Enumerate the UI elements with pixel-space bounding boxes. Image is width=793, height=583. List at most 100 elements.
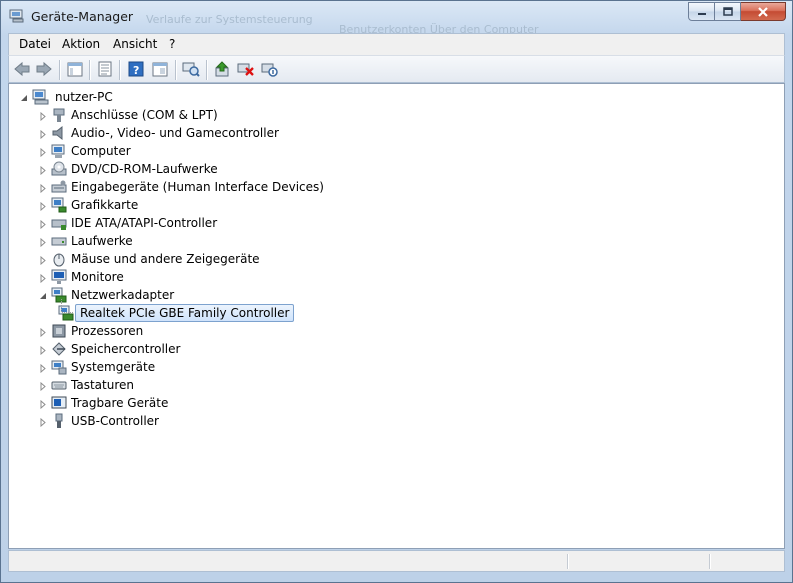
collapsed-triangle-icon[interactable]	[39, 146, 47, 158]
collapsed-triangle-icon[interactable]	[39, 110, 47, 122]
keyboard-icon	[51, 377, 67, 393]
category-node[interactable]: Tastaturen	[39, 376, 439, 394]
scan-hardware-icon[interactable]	[182, 60, 200, 78]
show-hide-console-tree-icon[interactable]	[66, 60, 84, 78]
monitor-icon	[51, 269, 67, 285]
device-label: Realtek PCIe GBE Family Controller	[75, 304, 295, 322]
category-node[interactable]: Tragbare Geräte	[39, 394, 439, 412]
category-node[interactable]: Monitore	[39, 268, 439, 286]
menu-help[interactable]: ?	[169, 37, 175, 51]
category-node[interactable]: IDE ATA/ATAPI-Controller	[39, 214, 439, 232]
display-adapter-icon	[51, 197, 67, 213]
window-title: Geräte-Manager	[31, 9, 134, 24]
expanded-triangle-icon[interactable]	[39, 290, 47, 299]
collapsed-triangle-icon[interactable]	[39, 398, 47, 410]
uninstall-device-icon[interactable]	[237, 60, 255, 78]
maximize-icon	[722, 7, 733, 16]
collapsed-triangle-icon[interactable]	[39, 326, 47, 338]
console-view-icon[interactable]	[151, 60, 169, 78]
background-ghost-text: Verlaufe zur Systemsteuerung	[146, 13, 313, 26]
category-label: Prozessoren	[71, 324, 144, 338]
category-node[interactable]: Speichercontroller	[39, 340, 439, 358]
device-node-selected[interactable]: Realtek PCIe GBE Family Controller	[58, 304, 458, 322]
category-node[interactable]: USB-Controller	[39, 412, 439, 430]
dvd-drive-icon	[51, 161, 67, 177]
usb-icon	[51, 413, 67, 429]
toolbar: ?	[8, 55, 785, 83]
collapsed-triangle-icon[interactable]	[39, 416, 47, 428]
device-tree: nutzer-PC Anschlüsse (COM & LPT) Audio-,…	[8, 83, 785, 549]
root-label: nutzer-PC	[55, 90, 113, 104]
collapsed-triangle-icon[interactable]	[39, 362, 47, 374]
status-separator	[709, 554, 711, 569]
disk-drive-icon	[51, 233, 67, 249]
minimize-button[interactable]	[688, 2, 715, 21]
ide-controller-icon	[51, 215, 67, 231]
category-label: Grafikkarte	[71, 198, 139, 212]
collapsed-triangle-icon[interactable]	[39, 128, 47, 140]
device-manager-window: Geräte-Manager Verlaufe zur Systemsteuer…	[0, 0, 793, 583]
category-node[interactable]: Mäuse und andere Zeigegeräte	[39, 250, 439, 268]
category-label: IDE ATA/ATAPI-Controller	[71, 216, 218, 230]
mouse-icon	[51, 251, 67, 267]
collapsed-triangle-icon[interactable]	[39, 164, 47, 176]
category-node[interactable]: Anschlüsse (COM & LPT)	[39, 106, 439, 124]
port-icon	[51, 107, 67, 123]
category-node-expanded[interactable]: Netzwerkadapter	[39, 286, 439, 304]
category-label: Systemgeräte	[71, 360, 156, 374]
menu-aktion[interactable]: Aktion	[62, 37, 100, 51]
status-bar	[8, 550, 785, 572]
portable-device-icon	[51, 395, 67, 411]
collapsed-triangle-icon[interactable]	[39, 218, 47, 230]
menu-bar: Datei Aktion Ansicht ?	[8, 33, 785, 55]
back-arrow-icon[interactable]	[13, 60, 31, 78]
minimize-icon	[697, 12, 706, 15]
category-node[interactable]: Prozessoren	[39, 322, 439, 340]
category-label: Netzwerkadapter	[71, 288, 175, 302]
category-label: Speichercontroller	[71, 342, 181, 356]
category-node[interactable]: Computer	[39, 142, 439, 160]
help-icon[interactable]: ?	[127, 60, 145, 78]
system-device-icon	[51, 359, 67, 375]
category-label: Audio-, Video- und Gamecontroller	[71, 126, 279, 140]
collapsed-triangle-icon[interactable]	[39, 344, 47, 356]
category-label: Mäuse und andere Zeigegeräte	[71, 252, 260, 266]
menu-ansicht[interactable]: Ansicht	[113, 37, 157, 51]
maximize-button[interactable]	[715, 2, 741, 21]
tree-root-node[interactable]: nutzer-PC	[20, 88, 320, 106]
category-label: Tragbare Geräte	[71, 396, 169, 410]
collapsed-triangle-icon[interactable]	[39, 254, 47, 266]
disable-device-icon[interactable]	[261, 60, 279, 78]
collapsed-triangle-icon[interactable]	[39, 200, 47, 212]
category-label: Monitore	[71, 270, 124, 284]
collapsed-triangle-icon[interactable]	[39, 182, 47, 194]
category-node[interactable]: Laufwerke	[39, 232, 439, 250]
category-label: USB-Controller	[71, 414, 159, 428]
tree-connector-lines	[61, 299, 73, 313]
title-bar[interactable]: Geräte-Manager Verlaufe zur Systemsteuer…	[1, 1, 792, 36]
computer-icon	[51, 143, 67, 159]
collapsed-triangle-icon[interactable]	[39, 236, 47, 248]
category-label: Anschlüsse (COM & LPT)	[71, 108, 218, 122]
properties-sheet-icon[interactable]	[96, 60, 114, 78]
storage-controller-icon	[51, 341, 67, 357]
menu-datei[interactable]: Datei	[19, 37, 51, 51]
forward-arrow-icon[interactable]	[35, 60, 53, 78]
category-node[interactable]: Eingabegeräte (Human Interface Devices)	[39, 178, 439, 196]
close-button[interactable]	[741, 2, 786, 21]
hid-icon	[51, 179, 67, 195]
collapsed-triangle-icon[interactable]	[39, 380, 47, 392]
expanded-triangle-icon[interactable]	[20, 92, 28, 101]
category-node[interactable]: Audio-, Video- und Gamecontroller	[39, 124, 439, 142]
status-separator	[567, 554, 569, 569]
category-node[interactable]: Systemgeräte	[39, 358, 439, 376]
close-icon	[758, 6, 768, 17]
update-driver-icon[interactable]	[214, 60, 232, 78]
svg-text:?: ?	[133, 64, 139, 77]
category-node[interactable]: Grafikkarte	[39, 196, 439, 214]
speaker-icon	[51, 125, 67, 141]
category-node[interactable]: DVD/CD-ROM-Laufwerke	[39, 160, 439, 178]
collapsed-triangle-icon[interactable]	[39, 272, 47, 284]
device-manager-app-icon	[9, 9, 25, 23]
category-label: Laufwerke	[71, 234, 133, 248]
